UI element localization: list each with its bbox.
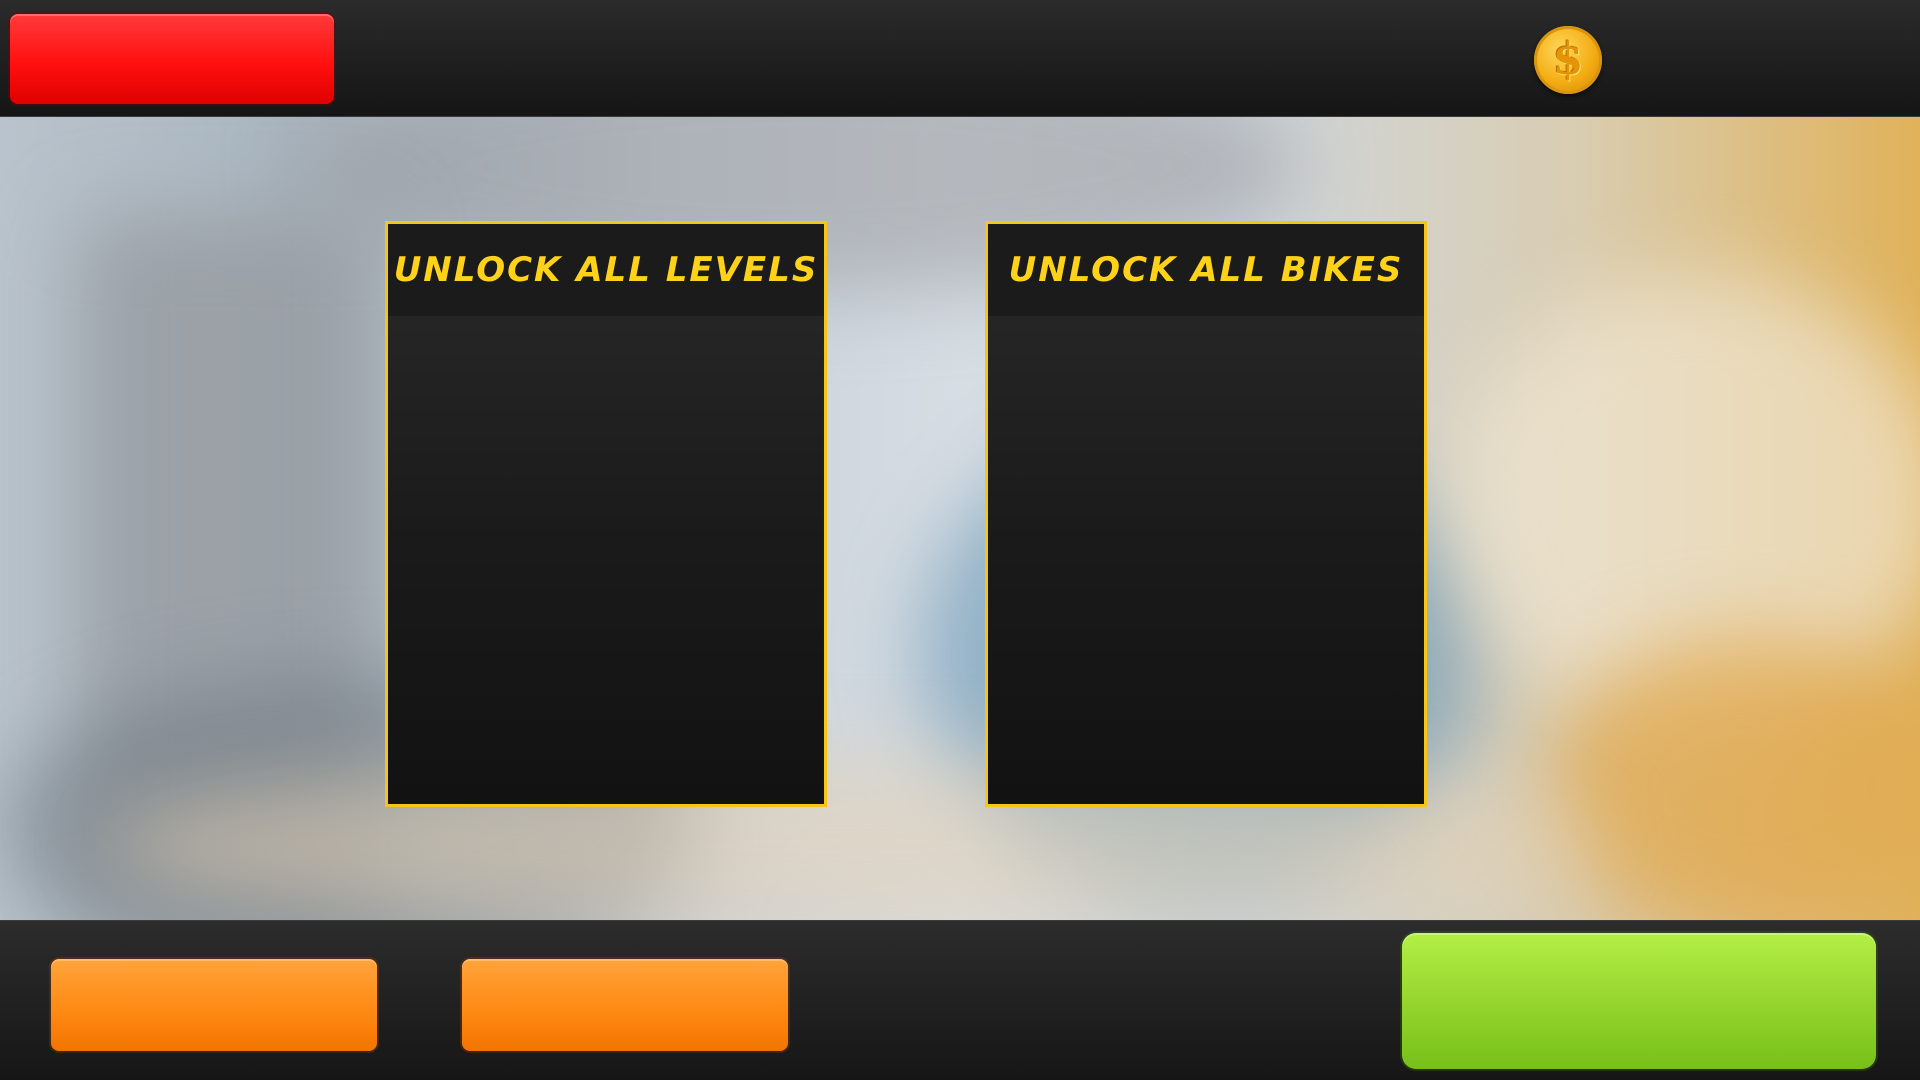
back-button[interactable] [10,14,334,104]
green-confirm-button[interactable] [1402,933,1876,1069]
panel-title: UNLOCK ALL LEVELS [393,250,819,290]
blurred-background [0,116,1920,920]
panel-header: UNLOCK ALL BIKES [988,224,1424,316]
coin-glyph: $ [1552,34,1584,85]
bottom-bar [0,920,1920,1080]
unlock-all-levels-panel[interactable]: UNLOCK ALL LEVELS [385,221,827,807]
game-screen: $ UNLOCK ALL LEVELS UNLOCK ALL BIKES [0,0,1920,1080]
panel-header: UNLOCK ALL LEVELS [388,224,824,316]
coin-dollar-icon: $ [1534,26,1602,94]
orange-button-1[interactable] [51,959,377,1051]
panel-title: UNLOCK ALL BIKES [1008,250,1404,290]
orange-button-2[interactable] [462,959,788,1051]
unlock-all-bikes-panel[interactable]: UNLOCK ALL BIKES [985,221,1427,807]
top-bar: $ [0,0,1920,117]
